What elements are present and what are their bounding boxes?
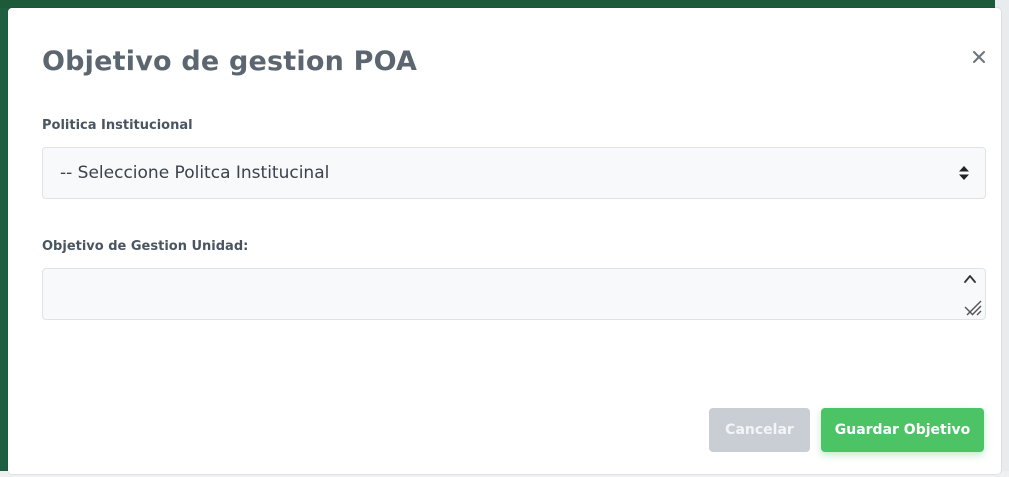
modal-dialog: Objetivo de gestion POA Politica Institu… (8, 8, 1001, 474)
backdrop-top (0, 0, 1009, 8)
politica-label: Politica Institucional (42, 118, 193, 133)
cancel-button[interactable]: Cancelar (709, 408, 810, 452)
objetivo-textarea[interactable] (42, 268, 986, 320)
objetivo-label: Objetivo de Gestion Unidad: (42, 239, 249, 254)
sort-arrows-icon (959, 166, 969, 180)
politica-select-value: -- Seleccione Politca Institucinal (60, 163, 330, 183)
resize-grip-icon[interactable] (963, 297, 983, 317)
chevron-up-icon[interactable] (963, 273, 977, 285)
modal-title: Objetivo de gestion POA (42, 46, 418, 77)
politica-select[interactable]: -- Seleccione Politca Institucinal (42, 147, 986, 199)
close-button[interactable] (966, 44, 992, 70)
close-icon (973, 51, 985, 63)
save-objective-button[interactable]: Guardar Objetivo (821, 408, 984, 452)
